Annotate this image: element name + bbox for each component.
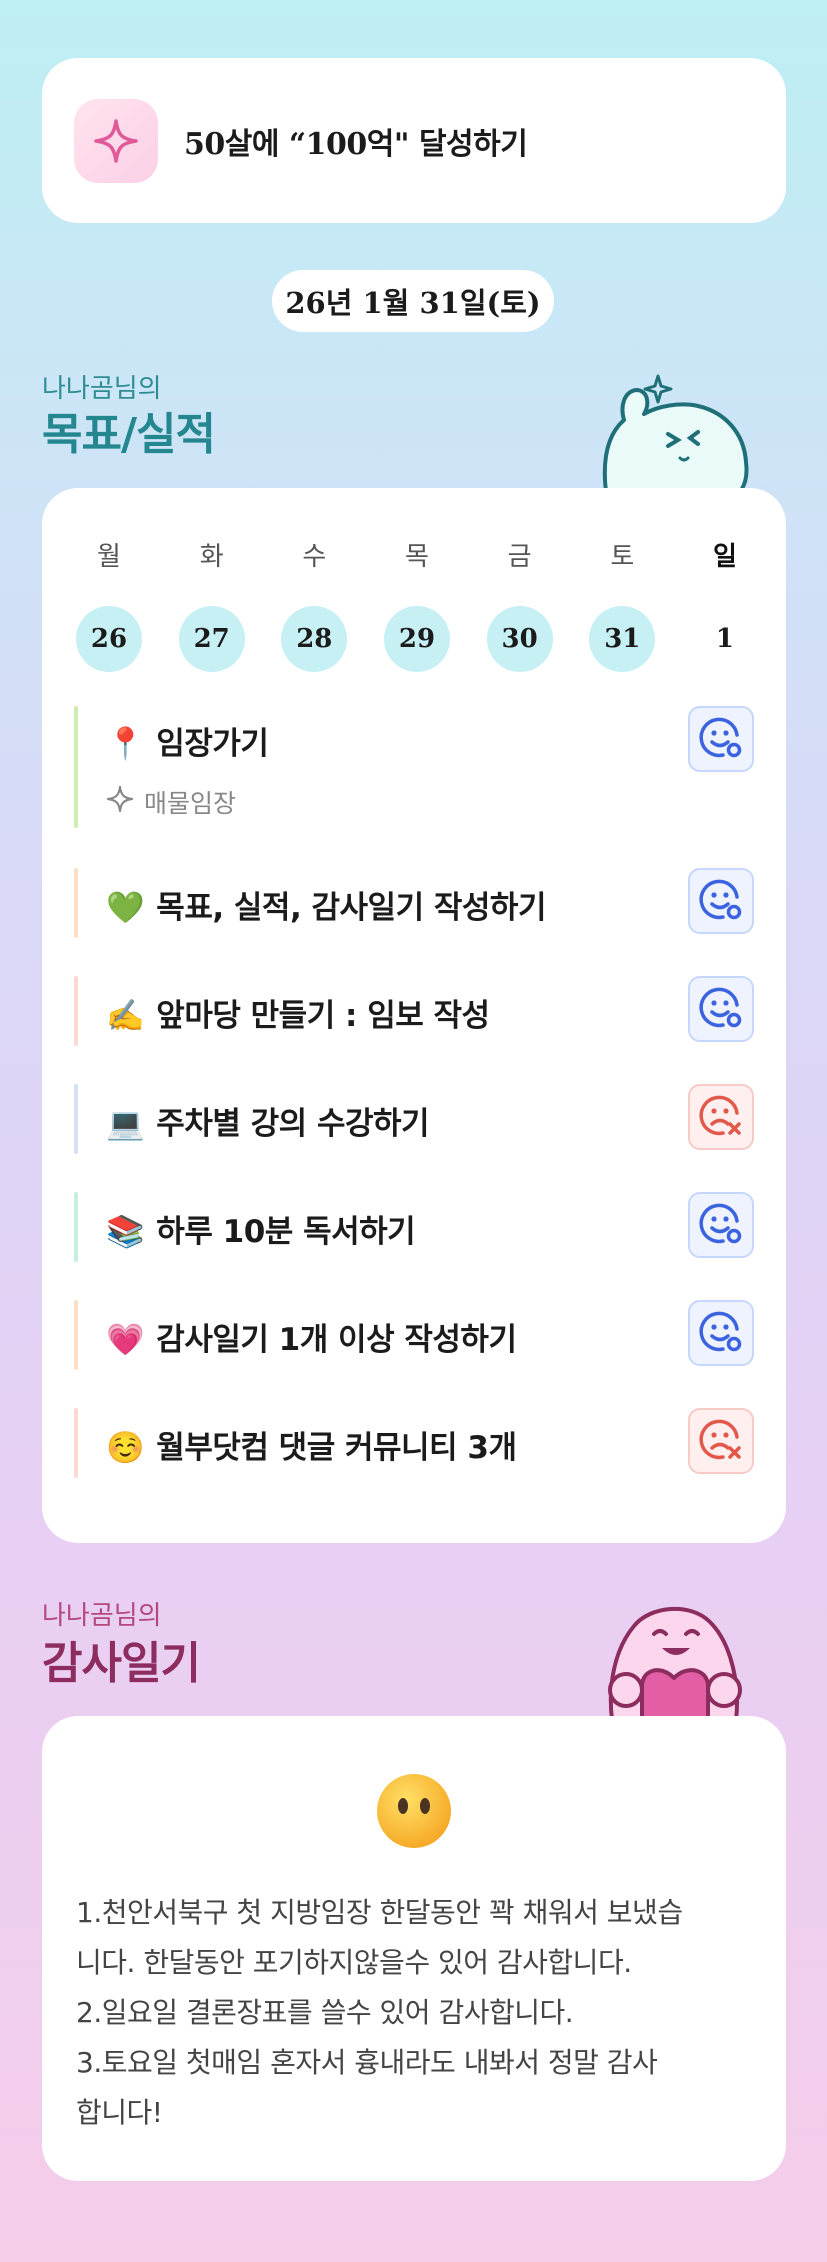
task-item[interactable]: 💚 목표, 실적, 감사일기 작성하기 <box>74 868 754 938</box>
task-title: ✍️ 앞마당 만들기 : 임보 작성 <box>106 990 490 1035</box>
goals-section-title: 목표/실적 <box>42 409 216 460</box>
diary-line: 합니다! <box>76 2096 163 2129</box>
week-calendar: 월 화 수 목 금 토 일 26 27 28 29 30 31 1 <box>76 536 758 672</box>
calendar-date[interactable]: 28 <box>281 606 348 672</box>
task-emoji: 📍 <box>106 726 145 762</box>
task-title-text: 감사일기 1개 이상 작성하기 <box>156 1322 517 1358</box>
diary-line: 니다. 한달동안 포기하지않을수 있어 감사합니다. <box>76 1946 632 1979</box>
task-title-text: 목표, 실적, 감사일기 작성하기 <box>156 890 546 926</box>
task-title: 💗 감사일기 1개 이상 작성하기 <box>106 1314 517 1359</box>
date-pill: 26년 1월 31일(토) <box>272 270 554 332</box>
task-emoji: 💚 <box>106 890 145 926</box>
task-color-bar <box>74 868 78 938</box>
diary-line: 2.일요일 결론장표를 쓸수 있어 감사합니다. <box>76 1996 574 2029</box>
task-title-text: 월부닷컴 댓글 커뮤니티 3개 <box>156 1430 517 1466</box>
weekday-label: 월 <box>97 542 121 572</box>
task-title: 📍 임장가기 <box>106 718 269 763</box>
status-achieved-button[interactable] <box>688 976 754 1042</box>
smile-face-icon <box>697 1307 745 1359</box>
task-item[interactable]: 💻 주차별 강의 수강하기 <box>74 1084 754 1154</box>
task-item[interactable]: ✍️ 앞마당 만들기 : 임보 작성 <box>74 976 754 1046</box>
task-emoji: 💗 <box>106 1322 145 1358</box>
calendar-date[interactable]: 31 <box>589 606 656 672</box>
calendar-date[interactable]: 26 <box>76 606 142 672</box>
task-title-text: 주차별 강의 수강하기 <box>156 1106 430 1142</box>
status-missed-button[interactable] <box>688 1084 754 1150</box>
goal-card: 50살에 “100억" 달성하기 <box>42 58 786 223</box>
task-title-text: 앞마당 만들기 : 임보 작성 <box>156 998 490 1034</box>
task-color-bar <box>74 1300 78 1370</box>
diary-card: 1.천안서북구 첫 지방임장 한달동안 꽉 채워서 보냈습니다. 한달동안 포기… <box>42 1716 786 2181</box>
smile-face-icon <box>697 875 745 927</box>
task-emoji: ☺️ <box>106 1430 145 1466</box>
task-color-bar <box>74 976 78 1046</box>
task-title: ☺️ 월부닷컴 댓글 커뮤니티 3개 <box>106 1422 517 1467</box>
status-achieved-button[interactable] <box>688 706 754 772</box>
task-title-text: 하루 10분 독서하기 <box>156 1214 416 1250</box>
heart-character-illustration <box>590 1590 760 1724</box>
status-achieved-button[interactable] <box>688 1300 754 1366</box>
calendar-date[interactable]: 30 <box>486 606 553 672</box>
task-title: 💻 주차별 강의 수강하기 <box>106 1098 430 1143</box>
diary-section-title: 감사일기 <box>42 1638 201 1689</box>
weekday-label: 일 <box>712 542 737 572</box>
task-emoji: ✍️ <box>106 998 145 1034</box>
smile-face-icon <box>697 1199 745 1251</box>
task-item[interactable]: 💗 감사일기 1개 이상 작성하기 <box>74 1300 754 1370</box>
task-emoji: 📚 <box>106 1214 145 1250</box>
task-item[interactable]: 📍 임장가기매물임장 <box>74 706 754 828</box>
diary-line: 1.천안서북구 첫 지방임장 한달동안 꽉 채워서 보냈습 <box>76 1896 683 1929</box>
smile-face-icon <box>697 983 745 1035</box>
weekday-label: 금 <box>507 542 532 572</box>
sad-face-icon <box>697 1091 745 1143</box>
status-achieved-button[interactable] <box>688 1192 754 1258</box>
goal-text: 50살에 “100억" 달성하기 <box>184 126 528 162</box>
task-color-bar <box>74 706 78 828</box>
task-title: 📚 하루 10분 독서하기 <box>106 1206 416 1251</box>
calendar-date[interactable]: 1 <box>692 606 758 672</box>
task-item[interactable]: 📚 하루 10분 독서하기 <box>74 1192 754 1262</box>
task-subitem: 매물임장 <box>106 784 236 820</box>
sparkle-outline-icon <box>106 785 134 819</box>
task-title-text: 임장가기 <box>156 726 269 762</box>
smile-face-icon <box>697 713 745 765</box>
calendar-date[interactable]: 27 <box>178 606 245 672</box>
task-title: 💚 목표, 실적, 감사일기 작성하기 <box>106 882 546 927</box>
weekday-label: 토 <box>610 542 635 572</box>
weekday-label: 화 <box>199 542 224 572</box>
diary-text: 1.천안서북구 첫 지방임장 한달동안 꽉 채워서 보냈습니다. 한달동안 포기… <box>76 1888 766 2138</box>
task-color-bar <box>74 1192 78 1262</box>
task-emoji: 💻 <box>106 1106 145 1142</box>
status-achieved-button[interactable] <box>688 868 754 934</box>
task-subitem-label: 매물임장 <box>144 789 237 818</box>
task-color-bar <box>74 1084 78 1154</box>
task-color-bar <box>74 1408 78 1478</box>
weekday-label: 수 <box>302 542 327 572</box>
status-missed-button[interactable] <box>688 1408 754 1474</box>
diary-line: 3.토요일 첫매임 혼자서 흉내라도 내봐서 정말 감사 <box>76 2046 658 2079</box>
sparkle-icon <box>74 98 158 183</box>
weekday-label: 목 <box>405 542 429 572</box>
goals-card: 월 화 수 목 금 토 일 26 27 28 29 30 31 1 📍 임장가기매물임장 💚 목표, 실적… <box>42 488 786 1543</box>
cheering-character-illustration <box>594 362 754 496</box>
task-item[interactable]: ☺️ 월부닷컴 댓글 커뮤니티 3개 <box>74 1408 754 1478</box>
calendar-date[interactable]: 29 <box>383 606 450 672</box>
sad-face-icon <box>697 1415 745 1467</box>
neutral-face-icon <box>375 1772 453 1854</box>
